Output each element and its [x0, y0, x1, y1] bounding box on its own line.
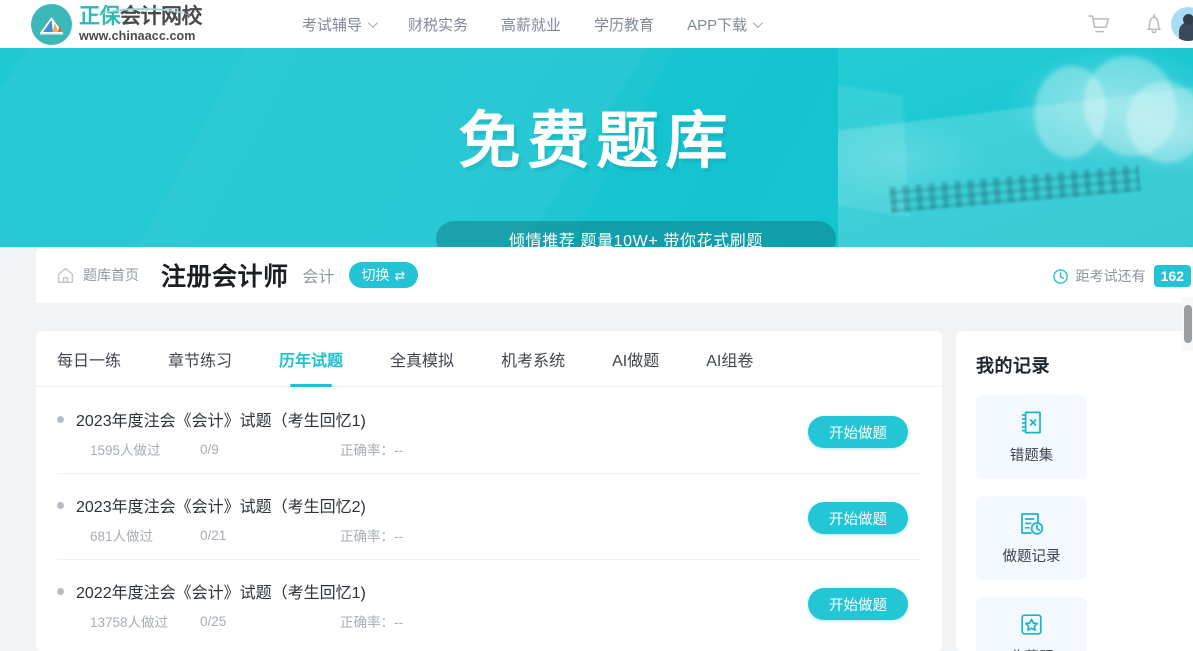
breadcrumb-home-link[interactable]: 题库首页	[83, 265, 139, 285]
switch-arrows-icon: ⇄	[394, 267, 406, 283]
exam-title-link[interactable]: 2023年度注会《会计》试题（考生回忆1)	[57, 407, 366, 431]
practice-history-icon	[1021, 513, 1044, 535]
exam-progress: 0/25	[200, 613, 227, 629]
tab-label: 每日一练	[57, 352, 122, 370]
chevron-down-icon	[367, 17, 378, 28]
subject-label: 会计	[302, 269, 335, 286]
my-records-grid: 错题集 做题记录 收藏题	[976, 395, 1193, 651]
exam-title-text: 2022年度注会《会计》试题（考生回忆1)	[76, 585, 366, 602]
nav-label: 财税实务	[408, 16, 469, 34]
table-row: 2023年度注会《会计》试题（考生回忆1) 1595人做过 0/9 正确率：--…	[36, 387, 942, 473]
tab-label: 机考系统	[501, 352, 566, 370]
tab-label: 历年试题	[279, 352, 344, 370]
site-header: 正保会计网校 www.chinaacc.com 考试辅导 财税实务 高薪就业 学…	[0, 0, 1193, 48]
start-practice-button[interactable]: 开始做题	[808, 502, 908, 534]
scrollbar-thumb[interactable]	[1184, 305, 1192, 343]
switch-label: 切换	[361, 267, 390, 283]
nav-item-app-download[interactable]: APP下载	[687, 14, 763, 35]
page-root: 正保会计网校 www.chinaacc.com 考试辅导 财税实务 高薪就业 学…	[0, 0, 1193, 651]
tab-label: 章节练习	[168, 352, 233, 370]
nav-item-tax-practice[interactable]: 财税实务	[408, 14, 468, 35]
nav-label: 考试辅导	[302, 16, 363, 34]
exam-title-text: 2023年度注会《会计》试题（考生回忆2)	[76, 499, 366, 516]
start-practice-button[interactable]: 开始做题	[808, 416, 908, 448]
scrollbar-track[interactable]	[1183, 0, 1193, 651]
record-cell-wrong-questions[interactable]: 错题集	[976, 395, 1087, 479]
switch-subject-button[interactable]: 切换 ⇄	[348, 262, 419, 288]
bell-icon[interactable]	[1137, 7, 1171, 41]
chevron-down-icon	[753, 17, 763, 28]
bullet-icon	[57, 415, 64, 423]
exam-accuracy: 正确率：--	[340, 615, 403, 630]
page-title: 注册会计师	[161, 263, 289, 291]
exam-meta: 681人做过 0/21 正确率：--	[90, 525, 403, 545]
exam-meta: 1595人做过 0/9 正确率：--	[90, 439, 403, 459]
exam-accuracy: 正确率：--	[340, 529, 403, 544]
exam-title-link[interactable]: 2023年度注会《会计》试题（考生回忆2)	[57, 493, 366, 517]
exam-title-link[interactable]: 2022年度注会《会计》试题（考生回忆1)	[57, 579, 366, 603]
exam-countdown: 距考试还有 162	[1052, 265, 1191, 287]
exam-accuracy: 正确率：--	[340, 443, 403, 458]
exam-meta: 13758人做过 0/25 正确率：--	[90, 611, 403, 631]
table-row: 2023年度注会《会计》试题（考生回忆2) 681人做过 0/21 正确率：--…	[36, 473, 942, 559]
cart-icon[interactable]	[1081, 7, 1115, 41]
site-logo[interactable]: 正保会计网校 www.chinaacc.com	[31, 3, 203, 45]
tab-label: 全真模拟	[390, 352, 455, 370]
banner-title: 免费题库	[458, 107, 735, 176]
tab-past-exams[interactable]: 历年试题	[279, 331, 343, 387]
record-cell-label: 错题集	[1009, 448, 1054, 464]
bullet-icon	[57, 501, 64, 509]
exam-progress: 0/9	[200, 441, 219, 457]
tab-daily-practice[interactable]: 每日一练	[57, 331, 121, 387]
exam-people-count: 1595人做过	[90, 443, 161, 458]
home-icon[interactable]	[56, 266, 75, 285]
nav-label: 高薪就业	[501, 16, 562, 34]
hero-banner: 免费题库 倾情推荐 题量10W+ 带你花式刷题	[0, 48, 1193, 247]
breadcrumb-bar: 题库首页 注册会计师 会计 切换 ⇄ 距考试还有 162	[36, 247, 1193, 303]
my-records-panel: 我的记录 错题集 做题记录	[956, 331, 1193, 651]
tab-label: AI组卷	[706, 352, 754, 370]
tab-chapter-practice[interactable]: 章节练习	[168, 331, 232, 387]
countdown-label: 距考试还有	[1075, 268, 1146, 284]
banner-subtitle-pill: 倾情推荐 题量10W+ 带你花式刷题	[436, 221, 836, 247]
exam-people-count: 13758人做过	[90, 615, 169, 630]
exam-people-count: 681人做过	[90, 529, 154, 544]
row-divider	[57, 559, 921, 560]
logo-url: www.chinaacc.com	[79, 28, 196, 43]
record-cell-favorites[interactable]: 收藏题	[976, 597, 1087, 651]
record-cell-label: 做题记录	[1002, 549, 1061, 565]
tab-full-mock[interactable]: 全真模拟	[390, 331, 454, 387]
wrong-questions-book-icon	[1021, 411, 1041, 434]
tab-bar: 每日一练 章节练习 历年试题 全真模拟 机考系统 AI做题 AI组卷	[36, 331, 942, 387]
clock-icon	[1052, 268, 1068, 284]
start-practice-button[interactable]: 开始做题	[808, 588, 908, 620]
exam-title-text: 2023年度注会《会计》试题（考生回忆1)	[76, 413, 366, 430]
bullet-icon	[57, 587, 64, 595]
main-nav: 考试辅导 财税实务 高薪就业 学历教育 APP下载	[302, 14, 793, 35]
row-divider	[57, 473, 921, 474]
nav-item-high-salary-jobs[interactable]: 高薪就业	[501, 14, 561, 35]
header-icon-group	[1081, 0, 1193, 48]
record-cell-label: 收藏题	[1010, 646, 1054, 651]
star-favorite-icon	[1021, 614, 1042, 635]
tab-label: AI做题	[612, 352, 660, 370]
tab-ai-practice[interactable]: AI做题	[612, 331, 659, 387]
exam-progress: 0/21	[200, 527, 227, 543]
nav-item-degree-education[interactable]: 学历教育	[594, 14, 654, 35]
nav-label: 学历教育	[594, 16, 655, 34]
tab-ai-paper-builder[interactable]: AI组卷	[706, 331, 753, 387]
record-cell-practice-history[interactable]: 做题记录	[976, 496, 1087, 580]
book-logo-icon	[31, 3, 72, 45]
question-bank-panel: 每日一练 章节练习 历年试题 全真模拟 机考系统 AI做题 AI组卷 2023年…	[36, 331, 942, 651]
nav-item-exam-training[interactable]: 考试辅导	[302, 14, 378, 35]
table-row: 2022年度注会《会计》试题（考生回忆1) 13758人做过 0/25 正确率：…	[36, 559, 942, 645]
nav-label: APP下载	[687, 16, 748, 34]
my-records-title: 我的记录	[976, 356, 1050, 376]
tab-cbt-system[interactable]: 机考系统	[501, 331, 565, 387]
